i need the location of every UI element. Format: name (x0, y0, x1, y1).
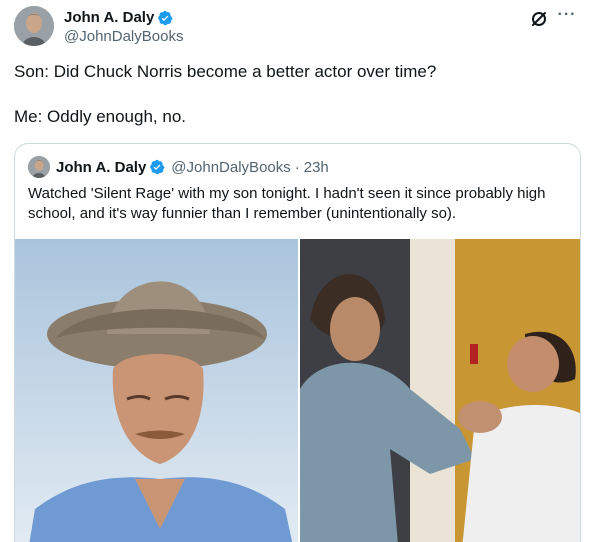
tweet-body: Son: Did Chuck Norris become a better ac… (14, 60, 574, 128)
author-avatar[interactable] (14, 6, 54, 46)
quoted-tweet[interactable]: John A. Daly @JohnDalyBooks · 23h Watche… (14, 143, 581, 542)
separator-dot: · (294, 158, 300, 176)
tweet-line-1: Son: Did Chuck Norris become a better ac… (14, 62, 437, 81)
verified-badge-icon (150, 159, 165, 175)
tweet-line-2: Me: Oddly enough, no. (14, 107, 187, 126)
quoted-author-avatar[interactable] (28, 156, 50, 178)
quoted-media (15, 239, 580, 542)
tweet-header: John A. Daly @JohnDalyBooks ··· (14, 6, 579, 46)
media-image-fight-scene[interactable] (300, 239, 580, 542)
quoted-timestamp[interactable]: 23h (304, 159, 329, 176)
quoted-author-display-name[interactable]: John A. Daly (56, 159, 146, 176)
quoted-author-handle[interactable]: @JohnDalyBooks (171, 159, 290, 176)
grok-icon[interactable] (529, 9, 549, 29)
media-image-cowboy[interactable] (15, 239, 298, 542)
more-icon[interactable]: ··· (557, 7, 577, 27)
quoted-tweet-text: Watched 'Silent Rage' with my son tonigh… (28, 185, 546, 222)
verified-badge-icon (158, 10, 173, 26)
quoted-tweet-header: John A. Daly @JohnDalyBooks · 23h (28, 156, 329, 178)
author-display-name[interactable]: John A. Daly (64, 9, 154, 27)
author-handle[interactable]: @JohnDalyBooks (64, 28, 183, 46)
